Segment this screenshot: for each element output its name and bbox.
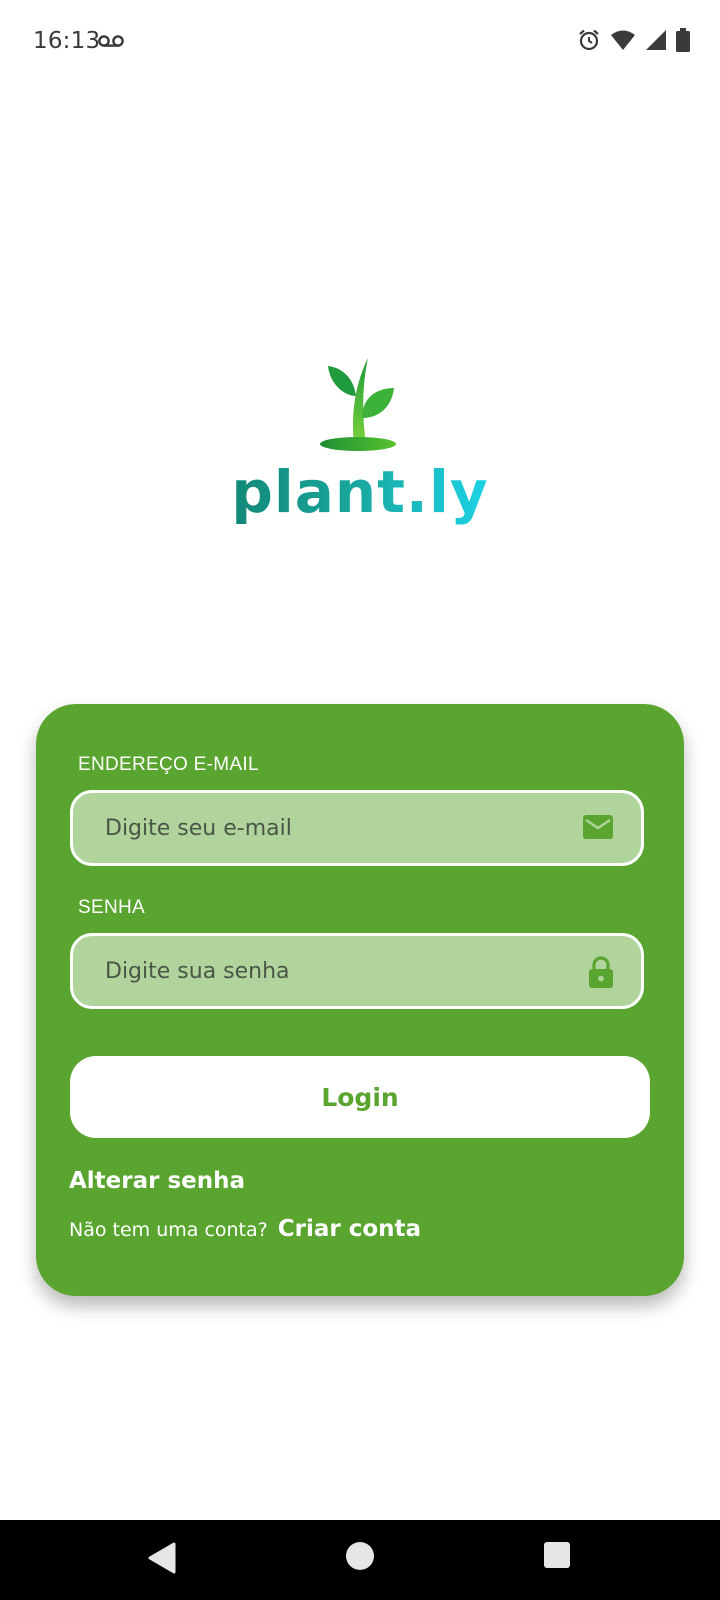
lock-icon (589, 956, 613, 993)
signup-row: Não tem uma conta? Criar conta (69, 1216, 421, 1242)
navigation-bar (0, 1520, 720, 1600)
email-input[interactable] (105, 793, 545, 863)
voicemail-icon (98, 34, 124, 53)
logo-text: plant.ly (231, 458, 489, 526)
wifi-icon (610, 29, 636, 56)
signup-question: Não tem uma conta? (69, 1219, 268, 1241)
recents-icon[interactable] (544, 1542, 570, 1573)
status-icons (577, 28, 690, 57)
login-button[interactable]: Login (70, 1056, 650, 1138)
password-label: SENHA (78, 897, 145, 918)
create-account-link[interactable]: Criar conta (278, 1216, 421, 1242)
change-password-link[interactable]: Alterar senha (69, 1168, 245, 1194)
battery-icon (676, 28, 690, 57)
alarm-icon (577, 28, 601, 57)
status-bar: 16:13 (0, 0, 720, 84)
app-logo: plant.ly (0, 356, 720, 528)
password-field[interactable] (70, 933, 644, 1009)
status-time: 16:13 (33, 28, 101, 54)
email-field[interactable] (70, 790, 644, 866)
password-input[interactable] (105, 936, 545, 1006)
email-label: ENDEREÇO E-MAIL (78, 754, 259, 775)
home-icon[interactable] (344, 1540, 376, 1577)
login-card: ENDEREÇO E-MAIL SENHA Login Alterar senh… (36, 704, 684, 1296)
mail-icon (583, 815, 613, 844)
back-icon[interactable] (148, 1542, 176, 1579)
sprout-icon (318, 356, 402, 461)
signal-icon (645, 29, 667, 56)
